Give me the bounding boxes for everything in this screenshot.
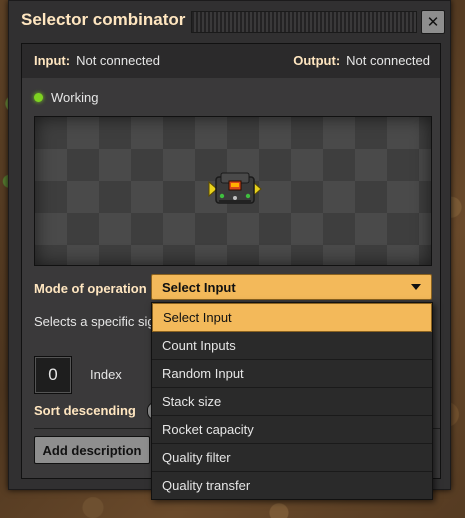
output-value: Not connected (346, 53, 430, 68)
output-label: Output: (293, 53, 341, 68)
mode-dropdown[interactable]: Select Input (151, 274, 432, 300)
menu-item-quality-transfer[interactable]: Quality transfer (152, 472, 432, 499)
mode-dropdown-selected: Select Input (162, 280, 236, 295)
close-icon: ✕ (426, 14, 440, 31)
io-bar: Input: Not connected Output: Not connected (22, 44, 440, 79)
mode-dropdown-menu: Select Input Count Inputs Random Input S… (151, 302, 433, 500)
menu-item-random-input[interactable]: Random Input (152, 360, 432, 388)
menu-item-rocket-capacity[interactable]: Rocket capacity (152, 416, 432, 444)
entity-preview (34, 116, 432, 266)
input-status: Input: Not connected (34, 53, 160, 68)
input-value: Not connected (76, 53, 160, 68)
status-indicator-icon (34, 93, 43, 102)
drag-handle[interactable] (191, 11, 417, 33)
index-label: Index (90, 367, 122, 382)
close-button[interactable]: ✕ (421, 10, 445, 34)
chevron-down-icon (411, 284, 421, 290)
add-description-button[interactable]: Add description (34, 436, 150, 464)
menu-item-count-inputs[interactable]: Count Inputs (152, 332, 432, 360)
working-status: Working (34, 90, 98, 105)
output-status: Output: Not connected (293, 53, 430, 68)
menu-item-select-input[interactable]: Select Input (152, 303, 432, 332)
menu-item-quality-filter[interactable]: Quality filter (152, 444, 432, 472)
status-text: Working (51, 90, 99, 105)
titlebar[interactable]: Selector combinator ✕ (9, 1, 450, 41)
input-label: Input: (34, 53, 71, 68)
window-title: Selector combinator (21, 10, 186, 29)
index-value-slot[interactable]: 0 (34, 356, 72, 394)
menu-item-stack-size[interactable]: Stack size (152, 388, 432, 416)
selector-combinator-entity-icon (208, 172, 262, 204)
mode-description-text: Selects a specific sig (34, 314, 155, 329)
sort-descending-label: Sort descending (34, 403, 136, 418)
mode-of-operation-label: Mode of operation (34, 281, 147, 296)
